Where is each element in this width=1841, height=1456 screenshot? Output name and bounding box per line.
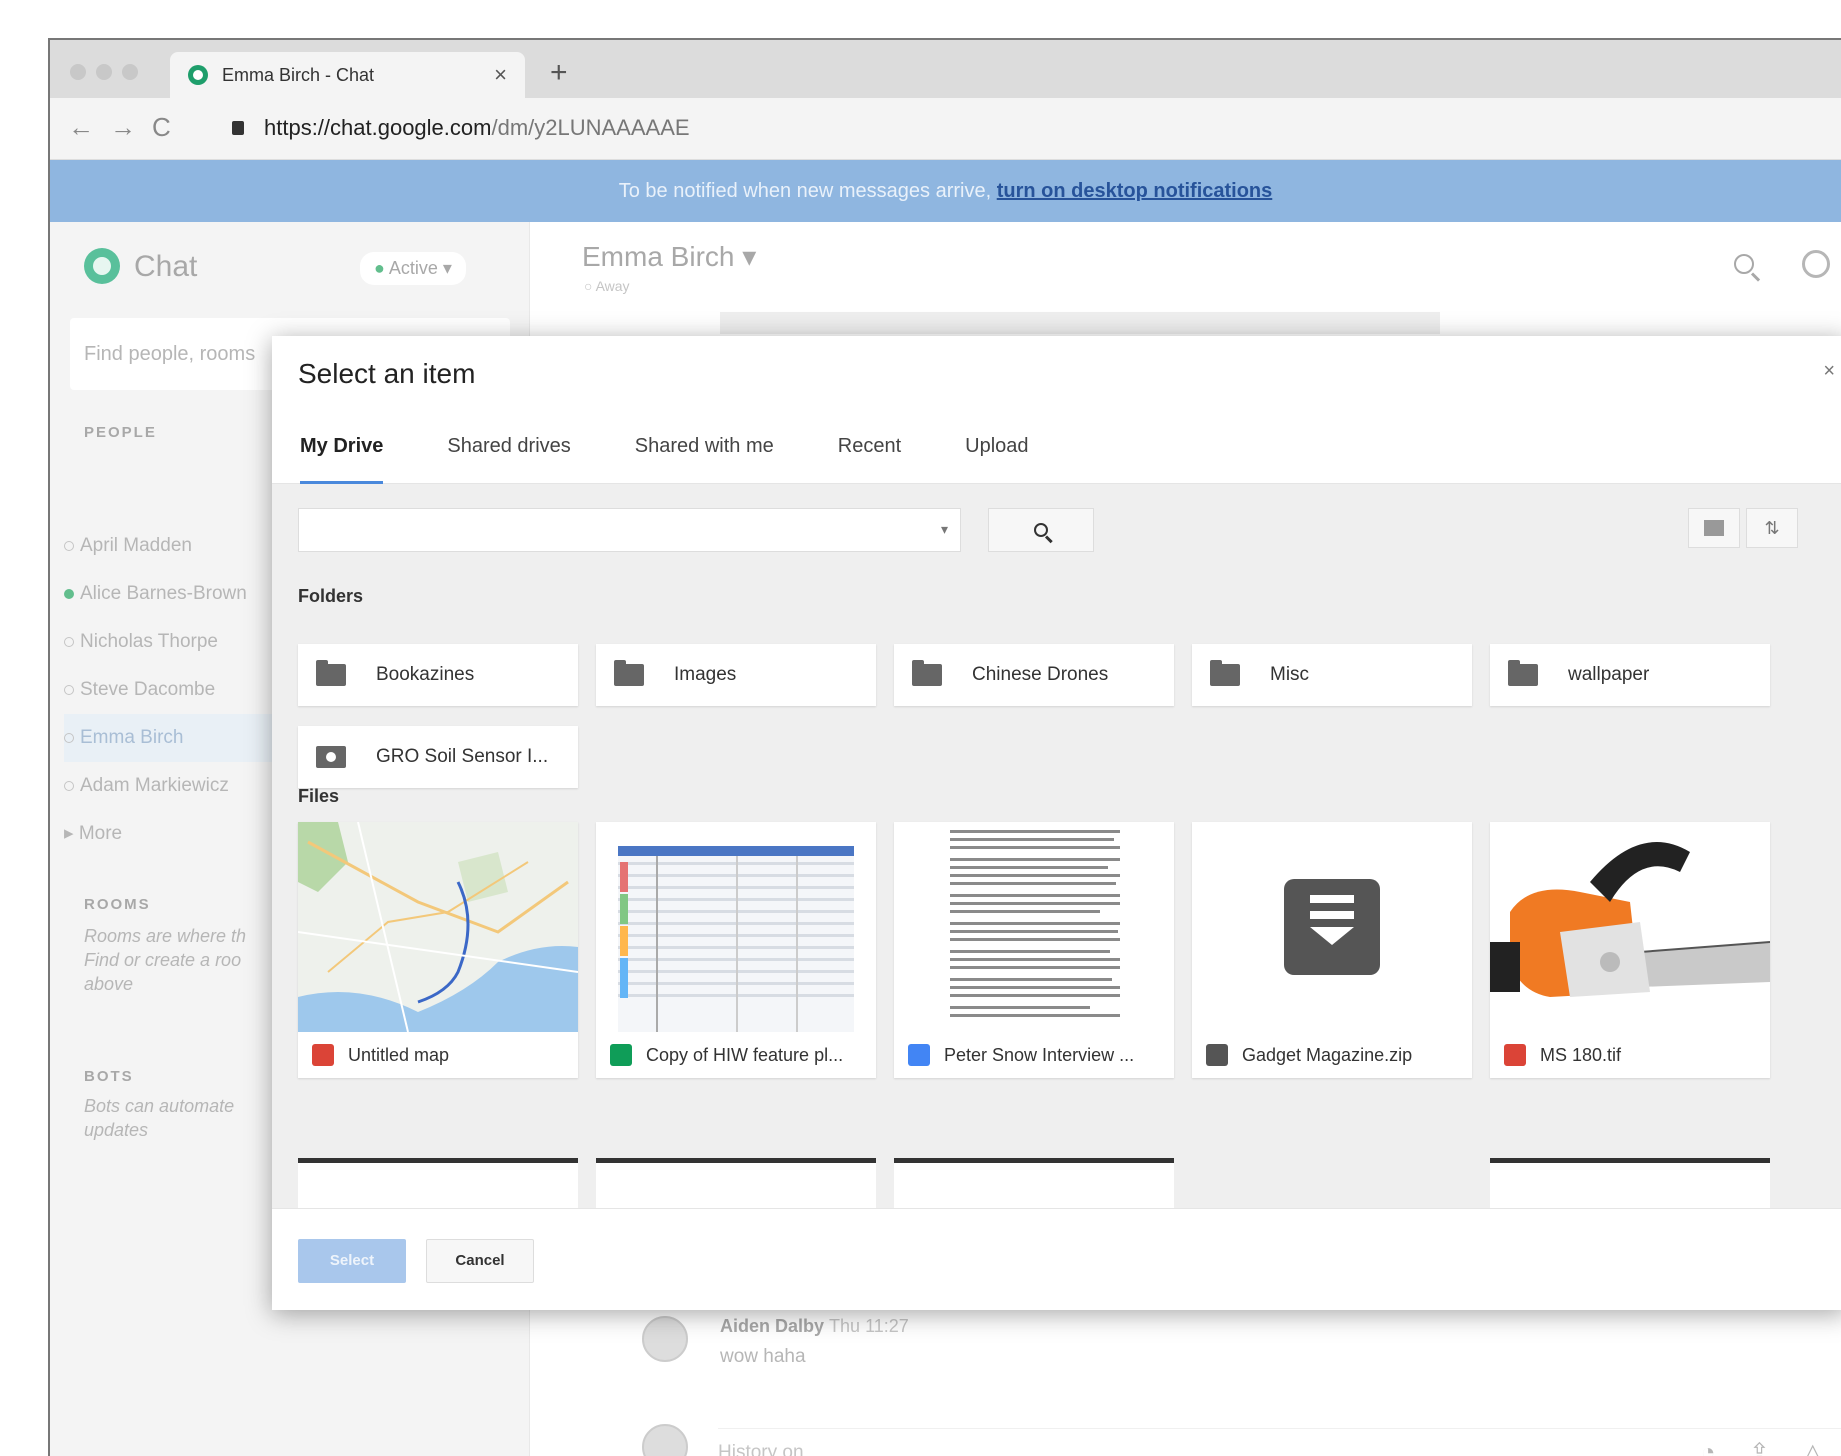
file-card[interactable]: Copy of HIW feature pl... [596, 822, 876, 1078]
forward-arrow-icon[interactable]: → [110, 112, 136, 143]
tab-shared-drives[interactable]: Shared drives [431, 426, 586, 484]
dialog-title: Select an item [298, 358, 476, 389]
zip-thumbnail [1192, 822, 1472, 1032]
cancel-button[interactable]: Cancel [426, 1239, 534, 1283]
archive-icon [1284, 879, 1380, 975]
map-thumbnail [298, 822, 578, 1032]
tab-title: Emma Birch - Chat [222, 64, 375, 85]
archive-file-icon [1206, 1044, 1228, 1066]
image-file-icon [1504, 1044, 1526, 1066]
back-arrow-icon[interactable]: ← [68, 112, 94, 143]
close-tab-icon[interactable]: × [494, 62, 507, 88]
file-card[interactable]: Peter Snow Interview ... [894, 822, 1174, 1078]
enable-notifications-link[interactable]: turn on desktop notifications [997, 180, 1273, 202]
search-button[interactable] [988, 508, 1094, 552]
folder-name: wallpaper [1568, 664, 1650, 685]
url-path: /dm/y2LUNAAAAAE [491, 115, 690, 140]
file-label: Copy of HIW feature pl... [610, 1044, 843, 1066]
folder-icon [316, 660, 346, 686]
folder-name: Images [674, 664, 737, 685]
address-bar: ← → C https://chat.google.com /dm/y2LUNA… [50, 98, 1841, 160]
folder-name: Chinese Drones [972, 664, 1109, 685]
file-card[interactable]: Untitled map [298, 822, 578, 1078]
folder-item[interactable]: GRO Soil Sensor I... [298, 726, 578, 788]
file-picker-dialog: Select an item × My Drive Shared drives Sh… [272, 336, 1841, 1310]
file-name: Gadget Magazine.zip [1242, 1044, 1413, 1065]
url-host: https://chat.google.com [264, 115, 492, 140]
dialog-footer: Select Cancel [272, 1208, 1841, 1310]
file-name: Untitled map [348, 1044, 450, 1065]
spreadsheet-icon [610, 1044, 632, 1066]
folder-name: GRO Soil Sensor I... [376, 746, 549, 767]
tab-my-drive[interactable]: My Drive [284, 426, 399, 484]
file-label: Untitled map [312, 1044, 449, 1066]
folder-item[interactable]: Bookazines [298, 644, 578, 706]
folder-item[interactable]: Misc [1192, 644, 1472, 706]
folder-name: Bookazines [376, 664, 475, 685]
folder-icon [912, 660, 942, 686]
tab-shared-with-me[interactable]: Shared with me [619, 426, 790, 484]
file-name: Copy of HIW feature pl... [646, 1044, 844, 1065]
chainsaw-thumbnail [1490, 822, 1770, 1032]
partial-file-card[interactable] [1490, 1158, 1770, 1208]
lock-icon [232, 121, 244, 135]
folder-icon [1508, 660, 1538, 686]
partial-file-card[interactable] [894, 1158, 1174, 1208]
tab-upload[interactable]: Upload [949, 426, 1044, 484]
tab-strip: Emma Birch - Chat × + [50, 40, 1841, 98]
browser-window: Emma Birch - Chat × + ← → C https://chat… [48, 38, 1841, 1456]
file-card[interactable]: Gadget Magazine.zip [1192, 822, 1472, 1078]
new-tab-button[interactable]: + [550, 56, 568, 90]
folder-icon [1210, 660, 1240, 686]
search-icon [1034, 523, 1048, 537]
file-label: Peter Snow Interview ... [908, 1044, 1134, 1066]
window-controls [70, 64, 138, 80]
close-dialog-icon[interactable]: × [1823, 360, 1835, 383]
list-view-icon [1704, 520, 1724, 536]
tab-recent[interactable]: Recent [822, 426, 917, 484]
list-view-button[interactable] [1688, 508, 1740, 548]
view-controls: ⇅ [1688, 508, 1798, 548]
picker-content: ▾ ⇅ Folders Bookazines Images Chinese Dron… [272, 484, 1841, 1208]
maximize-window-button[interactable] [122, 64, 138, 80]
notification-bar: To be notified when new messages arrive,… [50, 160, 1841, 222]
folder-name: Misc [1270, 664, 1310, 685]
close-window-button[interactable] [70, 64, 86, 80]
document-thumbnail [894, 822, 1174, 1032]
files-heading: Files [298, 786, 340, 806]
document-icon [908, 1044, 930, 1066]
folder-item[interactable]: Images [596, 644, 876, 706]
partial-file-card[interactable] [596, 1158, 876, 1208]
file-card[interactable]: MS 180.tif [1490, 822, 1770, 1078]
reload-icon[interactable]: C [152, 112, 171, 143]
sort-button[interactable]: ⇅ [1746, 508, 1798, 548]
chat-favicon-icon [188, 65, 208, 85]
folder-item[interactable]: Chinese Drones [894, 644, 1174, 706]
dropdown-caret-icon[interactable]: ▾ [941, 521, 948, 538]
folders-heading: Folders [298, 586, 364, 606]
file-label: Gadget Magazine.zip [1206, 1044, 1412, 1066]
file-name: MS 180.tif [1540, 1044, 1622, 1065]
url-field[interactable]: https://chat.google.com /dm/y2LUNAAAAAE [220, 108, 1820, 148]
select-button[interactable]: Select [298, 1239, 406, 1283]
map-icon [312, 1044, 334, 1066]
folder-item[interactable]: wallpaper [1490, 644, 1770, 706]
spreadsheet-thumbnail [596, 822, 876, 1032]
sort-icon: ⇅ [1764, 517, 1780, 538]
drive-search-input[interactable]: ▾ [298, 508, 961, 552]
folder-icon [614, 660, 644, 686]
notification-text: To be notified when new messages arrive, [618, 180, 997, 202]
browser-tab[interactable]: Emma Birch - Chat × [170, 52, 525, 98]
file-name: Peter Snow Interview ... [944, 1044, 1135, 1065]
shared-folder-icon [316, 746, 346, 768]
minimize-window-button[interactable] [96, 64, 112, 80]
file-label: MS 180.tif [1504, 1044, 1621, 1066]
partial-file-card[interactable] [298, 1158, 578, 1208]
picker-tabs: My Drive Shared drives Shared with me Recen… [272, 426, 1841, 484]
